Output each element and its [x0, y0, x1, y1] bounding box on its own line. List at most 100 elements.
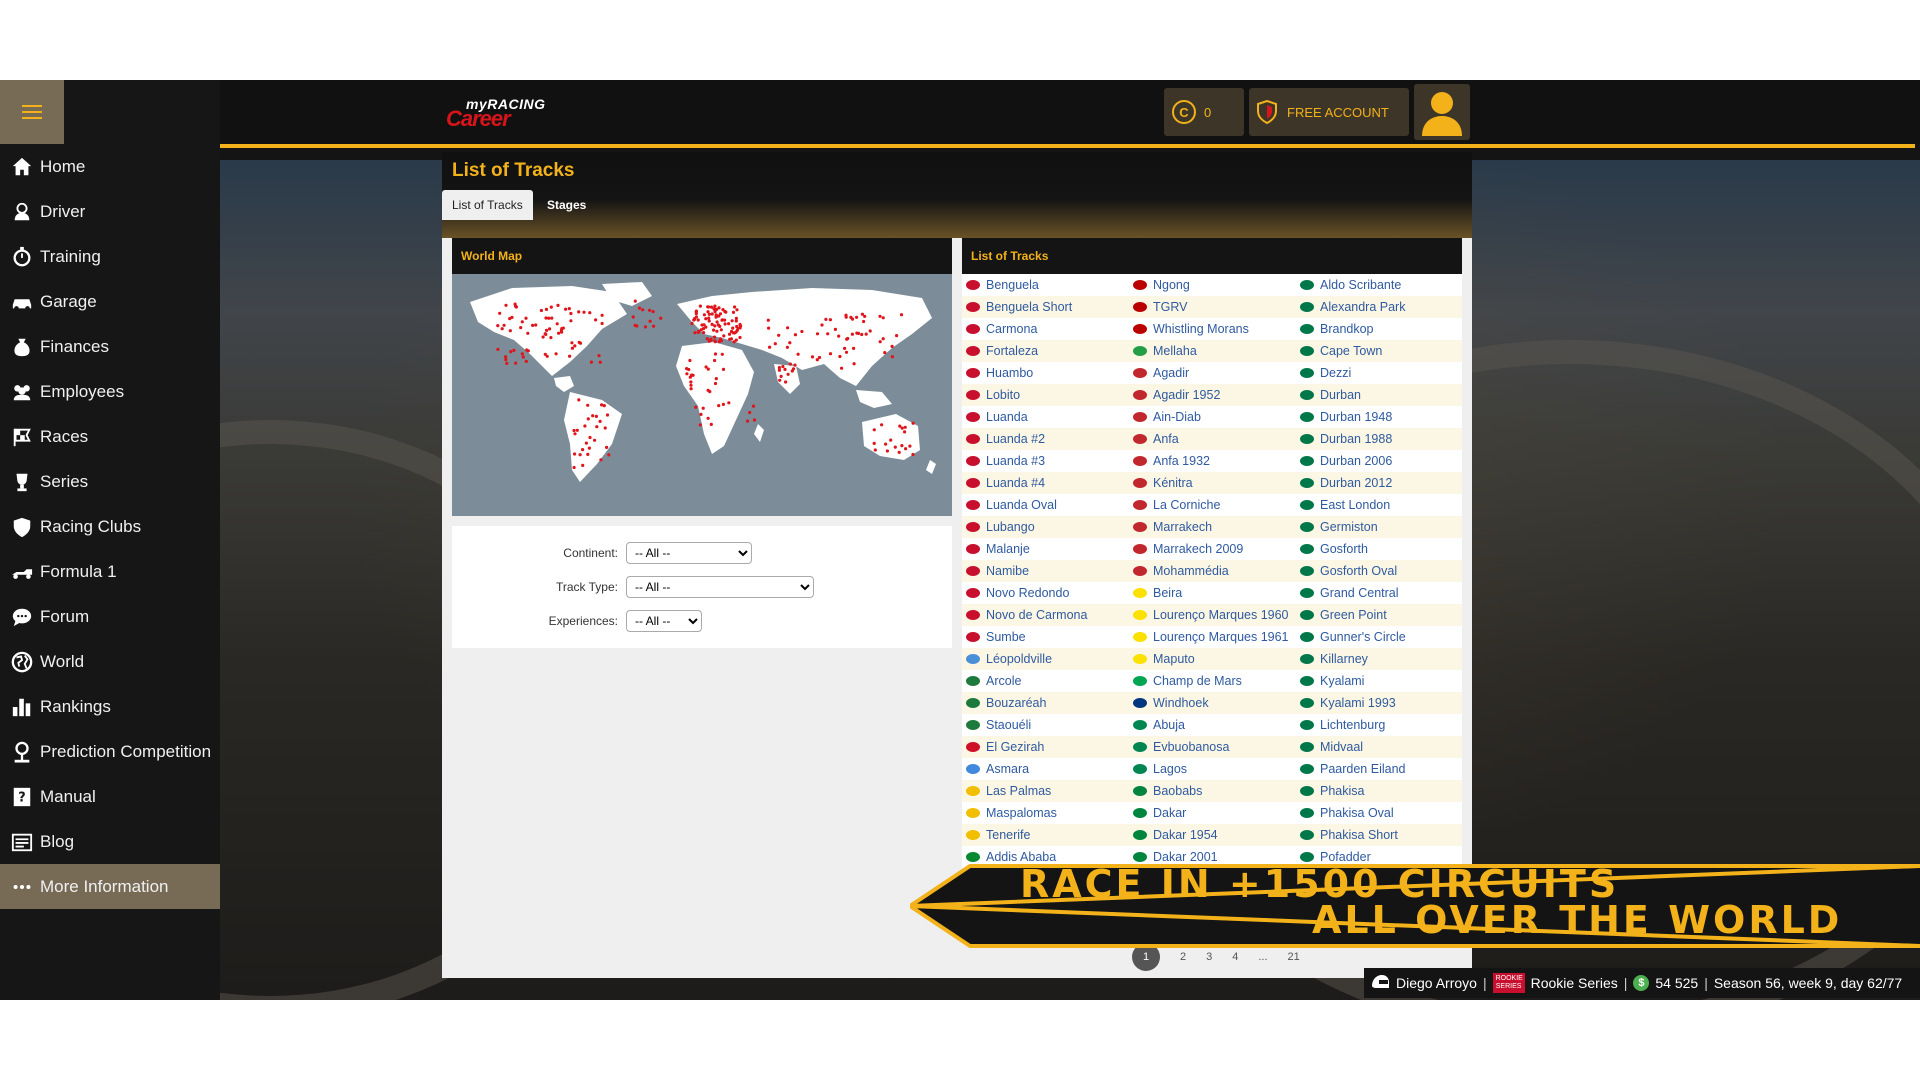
track-marker[interactable] [715, 307, 719, 311]
track-link[interactable]: Lourenço Marques 1960 [1129, 604, 1296, 626]
track-marker[interactable] [704, 317, 708, 321]
track-marker[interactable] [900, 444, 904, 448]
track-marker[interactable] [545, 328, 549, 332]
track-marker[interactable] [715, 329, 719, 333]
track-marker[interactable] [852, 362, 856, 366]
track-link[interactable]: Gosforth [1296, 538, 1462, 560]
track-link[interactable]: Dakar [1129, 802, 1296, 824]
track-marker[interactable] [702, 313, 706, 317]
site-logo[interactable]: myRACING Career [446, 96, 570, 131]
track-marker[interactable] [689, 387, 693, 391]
track-link[interactable]: Tenerife [962, 824, 1129, 846]
track-marker[interactable] [689, 380, 693, 384]
track-marker[interactable] [721, 367, 726, 371]
track-link[interactable]: Lagos [1129, 758, 1296, 780]
track-marker[interactable] [828, 352, 833, 356]
track-marker[interactable] [777, 366, 781, 370]
track-marker[interactable] [699, 412, 703, 416]
track-marker[interactable] [752, 418, 757, 422]
track-marker[interactable] [845, 337, 849, 341]
sidebar-item-manual[interactable]: ? Manual [0, 774, 220, 819]
track-marker[interactable] [586, 452, 590, 456]
track-marker[interactable] [510, 315, 514, 319]
track-marker[interactable] [704, 365, 708, 369]
track-marker[interactable] [701, 406, 705, 410]
track-marker[interactable] [564, 307, 568, 311]
track-marker[interactable] [890, 355, 894, 359]
track-marker[interactable] [843, 346, 847, 350]
track-link[interactable]: Paarden Eiland [1296, 758, 1462, 780]
track-marker[interactable] [705, 337, 709, 341]
track-marker[interactable] [573, 432, 577, 436]
track-marker[interactable] [513, 302, 517, 306]
track-marker[interactable] [583, 424, 587, 428]
track-link[interactable]: Whistling Morans [1129, 318, 1296, 340]
track-link[interactable]: Ain-Diab [1129, 406, 1296, 428]
track-link[interactable]: Benguela Short [962, 296, 1129, 318]
track-link[interactable]: Durban 2006 [1296, 450, 1462, 472]
track-marker[interactable] [893, 445, 897, 449]
track-marker[interactable] [862, 319, 866, 324]
track-marker[interactable] [586, 403, 590, 407]
track-marker[interactable] [767, 326, 771, 330]
track-marker[interactable] [524, 359, 528, 363]
track-marker[interactable] [502, 323, 506, 327]
track-marker[interactable] [702, 323, 706, 327]
track-link[interactable]: Midvaal [1296, 736, 1462, 758]
track-marker[interactable] [709, 305, 714, 309]
sidebar-item-formula-1[interactable]: Formula 1 [0, 549, 220, 594]
track-marker[interactable] [884, 442, 888, 446]
track-link[interactable]: Gosforth Oval [1296, 560, 1462, 582]
sidebar-item-training[interactable]: Training [0, 234, 220, 279]
track-marker[interactable] [720, 318, 725, 322]
track-link[interactable]: Lourenço Marques 1961 [1129, 626, 1296, 648]
track-link[interactable]: Benguela [962, 274, 1129, 296]
sidebar-item-rankings[interactable]: Rankings [0, 684, 220, 729]
track-marker[interactable] [586, 417, 590, 421]
track-marker[interactable] [594, 414, 598, 418]
track-marker[interactable] [731, 310, 736, 314]
track-marker[interactable] [534, 323, 538, 327]
track-link[interactable]: Kyalami 1993 [1296, 692, 1462, 714]
track-marker[interactable] [723, 322, 727, 326]
track-marker[interactable] [768, 345, 772, 349]
track-marker[interactable] [696, 318, 700, 322]
track-marker[interactable] [572, 465, 576, 470]
series-name[interactable]: Rookie Series [1531, 975, 1618, 991]
track-link[interactable]: Germiston [1296, 516, 1462, 538]
track-marker[interactable] [864, 332, 868, 336]
track-marker[interactable] [766, 318, 770, 322]
track-marker[interactable] [800, 329, 804, 334]
track-marker[interactable] [733, 305, 737, 309]
track-marker[interactable] [784, 380, 788, 384]
track-marker[interactable] [698, 423, 702, 427]
sidebar-item-employees[interactable]: Employees [0, 369, 220, 414]
track-marker[interactable] [860, 312, 864, 316]
track-link[interactable]: Cape Town [1296, 340, 1462, 362]
sidebar-item-finances[interactable]: Finances [0, 324, 220, 369]
track-link[interactable]: Lubango [962, 516, 1129, 538]
track-marker[interactable] [900, 426, 904, 430]
track-marker[interactable] [694, 315, 698, 319]
track-marker[interactable] [727, 401, 731, 405]
track-marker[interactable] [524, 316, 528, 320]
track-marker[interactable] [548, 327, 552, 331]
track-marker[interactable] [751, 404, 756, 408]
track-marker[interactable] [904, 447, 908, 451]
track-marker[interactable] [569, 319, 573, 323]
track-marker[interactable] [635, 324, 639, 328]
track-marker[interactable] [788, 362, 792, 366]
track-link[interactable]: Novo Redondo [962, 582, 1129, 604]
track-marker[interactable] [648, 308, 652, 312]
track-marker[interactable] [790, 369, 794, 373]
track-marker[interactable] [519, 326, 523, 330]
track-marker[interactable] [659, 316, 663, 320]
track-marker[interactable] [793, 333, 797, 337]
track-marker[interactable] [899, 313, 904, 317]
track-marker[interactable] [498, 311, 502, 315]
track-link[interactable]: La Corniche [1129, 494, 1296, 516]
track-link[interactable]: Anfa 1932 [1129, 450, 1296, 472]
track-link[interactable]: Lobito [962, 384, 1129, 406]
sidebar-item-blog[interactable]: Blog [0, 819, 220, 864]
sidebar-item-series[interactable]: Series [0, 459, 220, 504]
